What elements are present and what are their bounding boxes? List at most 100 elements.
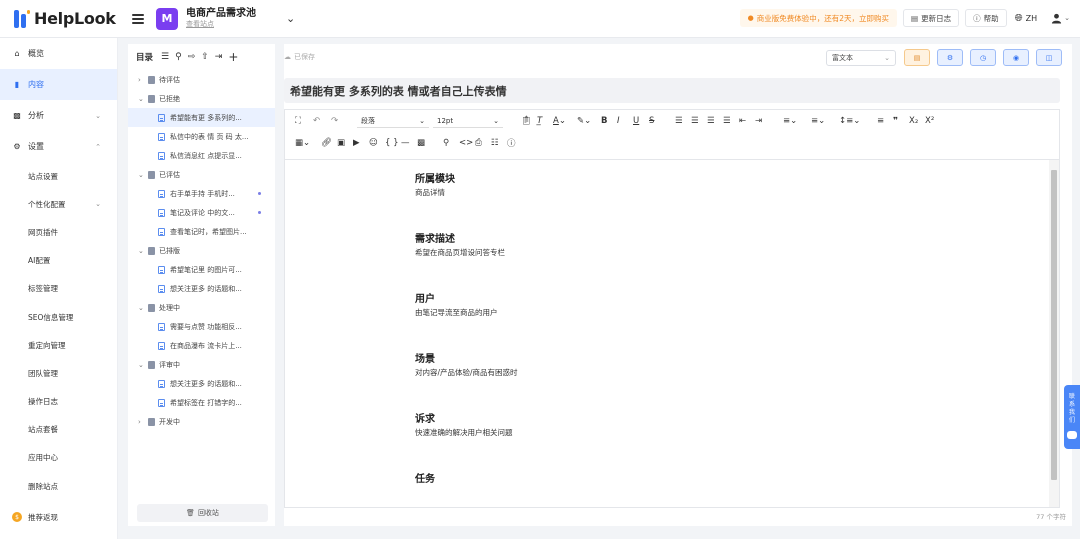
language-switch[interactable]: 🌐︎ ZH <box>1015 13 1038 24</box>
sidebar-item-settings[interactable]: ⚙ 设置 ⌃ <box>0 131 117 162</box>
changelog-button[interactable]: ▤ 更新日志 <box>903 9 960 27</box>
site-switch-chevron-icon[interactable]: ⌄ <box>286 12 295 25</box>
sidebar-item-overview[interactable]: ⌂ 概览 <box>0 38 117 69</box>
tree-folder[interactable]: › 待评估 <box>128 70 275 89</box>
print-icon[interactable]: ⎙ <box>475 138 491 148</box>
tree-doc[interactable]: 希望标签在 打错字的... <box>128 393 275 412</box>
horizontal-rule-icon[interactable]: — <box>401 138 417 148</box>
bullet-list-icon[interactable]: ≡⌄ <box>783 116 811 126</box>
tree-doc[interactable]: 右手单手持 手机时... <box>128 184 275 203</box>
tree-folder[interactable]: ⌄ 处理中 <box>128 298 275 317</box>
tree-doc[interactable]: 私信中的表 情 页 码 太... <box>128 127 275 146</box>
sidebar-sub-delete-site[interactable]: 删除站点 <box>0 472 117 500</box>
font-size-select[interactable]: 12pt ⌄ <box>433 114 503 128</box>
page-break-icon[interactable]: ▩ <box>417 138 443 148</box>
import-icon[interactable]: ⇨ <box>188 52 196 62</box>
sidebar-sub-personalization[interactable]: 个性化配置 ⌄ <box>0 190 117 218</box>
scrollbar-thumb[interactable] <box>1051 170 1057 480</box>
promo-banner[interactable]: ● 商业版免费体验中，还有2天，立即购买 <box>739 9 898 27</box>
logo[interactable]: HelpLook <box>0 9 118 28</box>
sidebar-sub-seo[interactable]: SEO信息管理 <box>0 303 117 331</box>
clear-format-icon[interactable]: T̲ <box>537 116 553 126</box>
undo-icon[interactable]: ↶ <box>313 116 331 126</box>
sidebar-sub-team[interactable]: 团队管理 <box>0 359 117 387</box>
subscript-icon[interactable]: X₂ <box>909 116 925 126</box>
editor-content[interactable]: 所属模块 商品详情 需求描述 希望在商品页增设问答专栏 用户 由笔记导流至商品的用户 场景对… <box>284 159 1060 508</box>
tree-doc[interactable]: 私信消息红 点提示显... <box>128 146 275 165</box>
search-icon[interactable]: ⚲ <box>175 52 182 62</box>
chevron-right-icon[interactable]: › <box>138 418 148 426</box>
history-button[interactable]: ◷ <box>970 49 996 66</box>
help-button[interactable]: ⓘ 帮助 <box>965 9 1007 27</box>
quote-icon[interactable]: ❞ <box>893 116 909 126</box>
fullscreen-icon[interactable]: ⛶ <box>295 116 313 126</box>
help-icon[interactable]: ⓘ <box>507 137 523 149</box>
document-settings-button[interactable]: ▤ <box>904 49 930 66</box>
tree-folder[interactable]: › 开发中 <box>128 412 275 431</box>
paragraph-style-select[interactable]: 段落 ⌄ <box>357 114 429 128</box>
referral-link[interactable]: $ 推荐返现 <box>0 508 58 526</box>
italic-icon[interactable]: I <box>617 116 633 126</box>
align-center-icon[interactable]: ☰ <box>691 116 707 126</box>
chevron-down-icon[interactable]: ⌄ <box>138 304 148 312</box>
chevron-down-icon[interactable]: ⌄ <box>138 361 148 369</box>
tree-doc[interactable]: 查看笔记时，希望图片... <box>128 222 275 241</box>
indent-icon[interactable]: ⇥ <box>755 116 783 126</box>
view-site-link[interactable]: 查看站点 <box>186 20 256 28</box>
preview-button[interactable]: ◉ <box>1003 49 1029 66</box>
tree-doc[interactable]: 在商品瀑布 流卡片上... <box>128 336 275 355</box>
outdent-icon[interactable]: ⇤ <box>739 116 755 126</box>
sidebar-sub-tags[interactable]: 标签管理 <box>0 275 117 303</box>
tree-doc[interactable]: 希望笔记里 的图片可... <box>128 260 275 279</box>
sidebar-sub-web-plugin[interactable]: 网页插件 <box>0 218 117 246</box>
strikethrough-icon[interactable]: S <box>649 116 675 126</box>
table-icon[interactable]: ▦⌄ <box>295 138 321 148</box>
tree-doc[interactable]: 笔记及评论 中的文... <box>128 203 275 222</box>
video-icon[interactable]: ▶ <box>353 138 369 148</box>
tree-folder[interactable]: ⌄ 已评估 <box>128 165 275 184</box>
align-menu-icon[interactable]: ≡ <box>877 116 893 126</box>
chevron-right-icon[interactable]: › <box>138 76 148 84</box>
tree-doc[interactable]: 想关注更多 的话题和... <box>128 279 275 298</box>
highlight-icon[interactable]: ✎⌄ <box>577 116 601 126</box>
emoji-icon[interactable]: ☺ <box>369 138 385 148</box>
contact-us-button[interactable]: 联系我们 <box>1064 385 1080 449</box>
chevron-down-icon[interactable]: ⌄ <box>138 171 148 179</box>
paste-icon[interactable]: 📋︎ <box>521 116 537 126</box>
sidebar-sub-app-center[interactable]: 应用中心 <box>0 444 117 472</box>
user-menu[interactable]: ⌄ <box>1051 13 1070 24</box>
line-height-icon[interactable]: ↕≡⌄ <box>839 116 877 126</box>
add-icon[interactable]: + <box>228 50 238 64</box>
chevron-down-icon[interactable]: ⌄ <box>138 95 148 103</box>
document-title-input[interactable]: 希望能有更 多系列的表 情或者自己上传表情 <box>284 78 1060 103</box>
list-icon[interactable]: ☰ <box>161 52 169 62</box>
bold-icon[interactable]: B <box>601 116 617 126</box>
tree-folder[interactable]: ⌄ 已拒绝 <box>128 89 275 108</box>
sidebar-item-analytics[interactable]: ▩ 分析 ⌄ <box>0 100 117 131</box>
collapse-icon[interactable]: ⇥ <box>215 52 223 62</box>
format-painter-icon[interactable]: ☷ <box>491 138 507 148</box>
superscript-icon[interactable]: X² <box>925 116 941 126</box>
source-code-icon[interactable]: <> <box>459 138 475 148</box>
numbered-list-icon[interactable]: ≡⌄ <box>811 116 839 126</box>
publish-button[interactable]: ◫ <box>1036 49 1062 66</box>
sidebar-sub-logs[interactable]: 操作日志 <box>0 388 117 416</box>
upload-icon[interactable]: ⇧ <box>201 52 209 62</box>
image-icon[interactable]: ▣ <box>337 138 353 148</box>
tree-doc[interactable]: 需要与点赞 功能相反... <box>128 317 275 336</box>
find-icon[interactable]: ⚲ <box>443 138 459 148</box>
text-color-icon[interactable]: A⌄ <box>553 116 577 126</box>
link-icon[interactable]: 🔗︎ <box>321 138 337 148</box>
tree-doc[interactable]: 想关注更多 的话题和... <box>128 374 275 393</box>
menu-toggle-icon[interactable] <box>132 13 144 24</box>
sidebar-sub-redirect[interactable]: 重定向管理 <box>0 331 117 359</box>
code-block-icon[interactable]: { } <box>385 138 401 148</box>
editor-mode-select[interactable]: 富文本 ⌄ <box>826 50 896 66</box>
tree-folder[interactable]: ⌄ 已排版 <box>128 241 275 260</box>
sidebar-sub-ai-config[interactable]: AI配置 <box>0 247 117 275</box>
settings-button[interactable]: ⚙ <box>937 49 963 66</box>
document-body[interactable]: 所属模块 商品详情 需求描述 希望在商品页增设问答专栏 用户 由笔记导流至商品的用户 场景对… <box>415 170 518 507</box>
justify-icon[interactable]: ☰ <box>723 116 739 126</box>
redo-icon[interactable]: ↷ <box>331 116 357 126</box>
sidebar-sub-site-settings[interactable]: 站点设置 <box>0 162 117 190</box>
